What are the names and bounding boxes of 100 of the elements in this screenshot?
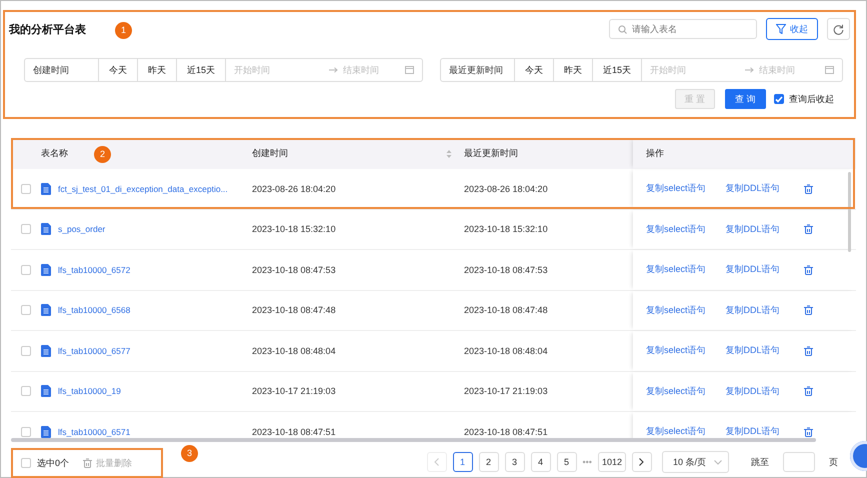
copy-link[interactable]: 复制DDL语句 <box>726 384 780 398</box>
copy-link[interactable]: 复制select语句 <box>646 425 706 438</box>
row-checkbox[interactable] <box>21 264 31 275</box>
document-icon <box>41 182 51 195</box>
table-cell: 2023-10-17 21:19:03 <box>464 386 548 396</box>
delete-button[interactable] <box>804 386 813 396</box>
copy-link[interactable]: 复制DDL语句 <box>726 222 780 236</box>
chevron-right-icon <box>639 458 644 466</box>
table-cell: 2023-10-18 08:47:48 <box>464 305 548 316</box>
scrollbar[interactable] <box>848 172 851 252</box>
column-header: 最近更新时间 <box>464 148 518 158</box>
document-icon <box>41 385 51 398</box>
calendar-icon <box>405 66 414 74</box>
page-button[interactable]: 5 <box>556 452 576 472</box>
check-icon <box>775 96 783 102</box>
next-page-button[interactable] <box>632 452 652 472</box>
trash-icon <box>804 305 813 316</box>
table-cell: 2023-10-18 08:48:04 <box>252 346 336 356</box>
row-checkbox[interactable] <box>21 224 31 234</box>
delete-button[interactable] <box>804 305 813 316</box>
table-name-link[interactable]: lfs_tab10000_6571 <box>58 426 130 437</box>
refresh-button[interactable] <box>827 18 850 40</box>
table-cell: 2023-10-18 08:47:48 <box>252 305 336 316</box>
delete-button[interactable] <box>804 426 813 437</box>
page-button[interactable]: 2 <box>478 452 498 472</box>
delete-button[interactable] <box>804 184 813 194</box>
table-cell: 2023-10-18 08:47:53 <box>252 264 336 275</box>
refresh-icon <box>833 24 844 34</box>
document-icon <box>41 223 51 236</box>
table-cell: 2023-10-17 21:19:03 <box>252 386 336 396</box>
table-cell: 2023-10-18 15:32:10 <box>252 224 336 234</box>
row-checkbox[interactable] <box>21 184 31 194</box>
table-cell: 2023-08-26 18:04:20 <box>252 184 336 194</box>
page-number-field[interactable] <box>783 452 815 472</box>
copy-link[interactable]: 复制DDL语句 <box>726 304 780 317</box>
search-field[interactable]: 请输入表名 <box>609 19 757 39</box>
chevron-down-icon <box>714 460 722 464</box>
row-checkbox[interactable] <box>21 386 31 396</box>
copy-link[interactable]: 复制select语句 <box>646 182 706 196</box>
collapse-button[interactable]: 收起 <box>766 18 818 40</box>
table-name-link[interactable]: s_pos_order <box>58 224 106 234</box>
copy-link[interactable]: 复制select语句 <box>646 222 706 236</box>
document-icon <box>41 426 51 438</box>
copy-link[interactable]: 复制select语句 <box>646 304 706 317</box>
query-button[interactable]: 查 询 <box>725 89 766 109</box>
trash-icon <box>804 184 813 194</box>
trash-icon <box>83 458 92 468</box>
delete-button[interactable] <box>804 264 813 275</box>
table-cell: 2023-10-18 15:32:10 <box>464 224 548 234</box>
copy-link[interactable]: 复制select语句 <box>646 344 706 358</box>
trash-icon <box>804 346 813 356</box>
checkbox[interactable] <box>774 94 784 104</box>
table-name-link[interactable]: lfs_tab10000_6568 <box>58 305 130 316</box>
row-checkbox[interactable] <box>21 305 31 316</box>
scrollbar[interactable] <box>11 438 816 442</box>
filter-label: 最近更新时间 <box>448 64 504 76</box>
table-cell: 2023-08-26 18:04:20 <box>464 184 548 194</box>
page-size-select[interactable]: 10 条/页 <box>662 451 729 473</box>
table-cell: 2023-10-18 08:47:53 <box>464 264 548 275</box>
document-icon <box>41 264 51 276</box>
page-button[interactable]: 1012 <box>598 452 626 472</box>
table-cell: 2023-10-18 08:48:04 <box>464 346 548 356</box>
calendar-icon <box>825 66 834 74</box>
jump-label: 跳至 <box>751 456 769 468</box>
copy-link[interactable]: 复制DDL语句 <box>726 425 780 438</box>
previous-page-button[interactable] <box>426 452 446 472</box>
trash-icon <box>804 386 813 396</box>
table-name-link[interactable]: lfs_tab10000_6572 <box>58 264 130 275</box>
checkbox-label: 查询后收起 <box>789 92 834 106</box>
page-button[interactable]: 3 <box>504 452 524 472</box>
table-cell: 2023-10-18 08:47:51 <box>252 426 336 437</box>
table-name-link[interactable]: lfs_tab10000_19 <box>58 386 121 396</box>
copy-link[interactable]: 复制select语句 <box>646 384 706 398</box>
page-unit-label: 页 <box>829 456 838 468</box>
filter-label: 创建时间 <box>32 64 70 76</box>
copy-link[interactable]: 复制DDL语句 <box>726 263 780 276</box>
row-checkbox[interactable] <box>21 346 31 356</box>
document-icon <box>41 304 51 316</box>
column-header: 操作 <box>646 147 664 160</box>
row-checkbox[interactable] <box>21 426 31 437</box>
select-all-checkbox[interactable] <box>21 458 31 468</box>
chevron-left-icon <box>434 458 439 466</box>
callout-badge: 1 <box>115 22 132 39</box>
trash-icon <box>804 426 813 437</box>
table-cell: 2023-10-18 08:47:51 <box>464 426 548 437</box>
trash-icon <box>804 224 813 234</box>
selected-count: 选中0个 <box>37 456 70 470</box>
delete-button[interactable] <box>804 346 813 356</box>
page-button[interactable]: 4 <box>530 452 550 472</box>
arrow-icon <box>745 67 754 73</box>
copy-link[interactable]: 复制DDL语句 <box>726 182 780 196</box>
document-icon <box>41 344 51 357</box>
copy-link[interactable]: 复制select语句 <box>646 263 706 276</box>
arrow-icon <box>329 67 338 73</box>
table-name-link[interactable]: lfs_tab10000_6577 <box>58 346 130 356</box>
page-button[interactable]: 1 <box>452 452 472 472</box>
table-name-link[interactable]: fct_sj_test_01_di_exception_data_exceptio... <box>58 184 228 194</box>
delete-button[interactable] <box>804 224 813 234</box>
callout-badge: 3 <box>181 445 198 462</box>
copy-link[interactable]: 复制DDL语句 <box>726 344 780 358</box>
